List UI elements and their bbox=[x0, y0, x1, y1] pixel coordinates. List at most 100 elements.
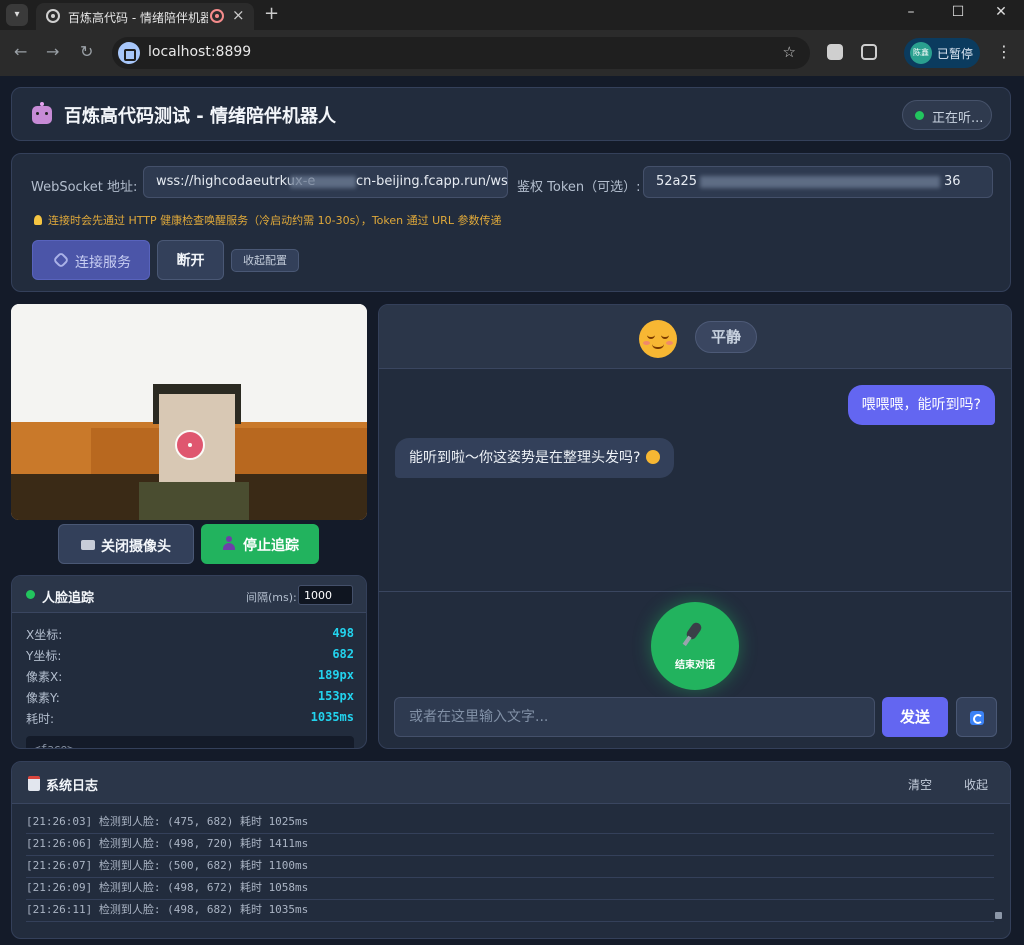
stat-row-y: Y坐标: 682 bbox=[26, 647, 354, 665]
redacted-blur bbox=[290, 176, 356, 188]
person-figure bbox=[139, 482, 249, 520]
stat-value: 682 bbox=[332, 647, 354, 661]
close-window-button[interactable]: ✕ bbox=[986, 4, 1016, 20]
system-log-title: 系统日志 bbox=[46, 779, 99, 794]
token-value-start: 52a25 bbox=[656, 174, 698, 189]
stat-row-pixel-x: 像素X: 189px bbox=[26, 668, 354, 686]
chat-text-input[interactable] bbox=[394, 697, 875, 737]
tracking-status-dot-icon bbox=[26, 590, 35, 599]
new-tab-button[interactable]: + bbox=[264, 3, 279, 24]
maximize-button[interactable]: ☐ bbox=[943, 4, 973, 20]
tab-search-button[interactable]: ▾ bbox=[6, 4, 28, 26]
stop-tracking-button[interactable]: 停止追踪 bbox=[201, 524, 319, 564]
stat-row-x: X坐标: 498 bbox=[26, 626, 354, 644]
recording-icon bbox=[210, 9, 224, 23]
chat-panel: 平静 喂喂喂，能听到吗? 能听到啦～你这姿势是在整理头发吗? 结束对话 发送 bbox=[378, 304, 1012, 749]
token-value-end: 36 bbox=[944, 174, 961, 189]
face-tracking-header: 人脸追踪 间隔(ms): bbox=[12, 576, 366, 613]
connect-button-label: 连接服务 bbox=[75, 255, 131, 271]
browser-menu-icon[interactable]: ⋮ bbox=[996, 42, 1012, 61]
face-tracking-title: 人脸追踪 bbox=[42, 591, 95, 606]
log-line: [21:26:09] 检测到人脸: (498, 672) 耗时 1058ms bbox=[26, 878, 994, 900]
forward-icon[interactable]: → bbox=[46, 42, 59, 61]
person-icon bbox=[223, 536, 235, 550]
camera-icon bbox=[81, 540, 95, 550]
end-conversation-mic-button[interactable]: 结束对话 bbox=[651, 602, 739, 690]
log-line: [21:26:06] 检测到人脸: (498, 720) 耗时 1411ms bbox=[26, 834, 994, 856]
face-marker-icon bbox=[175, 430, 205, 460]
ws-address-label: WebSocket 地址: bbox=[31, 180, 138, 195]
token-label: 鉴权 Token（可选）: bbox=[517, 180, 641, 195]
log-line: [21:26:03] 检测到人脸: (475, 682) 耗时 1025ms bbox=[26, 812, 994, 834]
face-tracking-panel: 人脸追踪 间隔(ms): X坐标: 498 Y坐标: 682 像素X: 189p… bbox=[11, 575, 367, 749]
stat-label: Y坐标: bbox=[26, 649, 62, 663]
mood-header: 平静 bbox=[379, 305, 1011, 369]
reload-icon[interactable]: ↻ bbox=[80, 42, 93, 61]
log-line: [21:26:11] 检测到人脸: (498, 682) 耗时 1035ms bbox=[26, 900, 994, 922]
stat-row-pixel-y: 像素Y: 153px bbox=[26, 689, 354, 707]
extensions-puzzle-icon[interactable] bbox=[861, 44, 877, 60]
collapse-log-button[interactable]: 收起 bbox=[964, 776, 988, 793]
interval-input[interactable] bbox=[298, 585, 353, 605]
connection-hint: 连接时会先通过 HTTP 健康检查唤醒服务（冷启动约需 10-30s），Toke… bbox=[34, 212, 501, 228]
collapse-config-button[interactable]: 收起配置 bbox=[231, 249, 299, 272]
bot-message-text: 能听到啦～你这姿势是在整理头发吗? bbox=[409, 450, 641, 466]
mood-badge: 平静 bbox=[695, 321, 757, 353]
token-input[interactable]: 52a25 36 bbox=[643, 166, 993, 198]
stat-value: 498 bbox=[332, 626, 354, 640]
link-icon bbox=[52, 251, 70, 269]
site-info-icon[interactable] bbox=[118, 42, 140, 64]
relieved-face-icon bbox=[639, 320, 677, 358]
browser-tab-bar: ▾ 百炼高代码 - 情绪陪伴机器人 × + – ☐ ✕ bbox=[0, 0, 1024, 30]
robot-icon bbox=[32, 102, 52, 124]
scrollbar-handle[interactable] bbox=[995, 912, 1002, 919]
app-header: 百炼高代码测试 - 情绪陪伴机器人 正在听... bbox=[11, 87, 1011, 141]
page: 百炼高代码测试 - 情绪陪伴机器人 正在听... WebSocket 地址: w… bbox=[0, 76, 1024, 945]
address-bar[interactable]: localhost:8899 ☆ bbox=[112, 37, 810, 69]
bot-message-bubble: 能听到啦～你这姿势是在整理头发吗? bbox=[395, 438, 675, 478]
stop-tracking-label: 停止追踪 bbox=[243, 538, 299, 554]
clipboard-icon bbox=[28, 776, 40, 791]
minimize-button[interactable]: – bbox=[896, 4, 926, 20]
lightbulb-icon bbox=[34, 215, 42, 225]
close-camera-button[interactable]: 关闭摄像头 bbox=[58, 524, 194, 564]
browser-tab-active[interactable]: 百炼高代码 - 情绪陪伴机器人 × bbox=[36, 3, 254, 30]
system-log-panel: 系统日志 清空 收起 [21:26:03] 检测到人脸: (475, 682) … bbox=[11, 761, 1011, 939]
stat-value: 153px bbox=[317, 689, 354, 703]
log-line: [21:26:07] 检测到人脸: (500, 682) 耗时 1100ms bbox=[26, 856, 994, 878]
tab-close-icon[interactable]: × bbox=[232, 6, 245, 24]
hint-text: 连接时会先通过 HTTP 健康检查唤醒服务（冷启动约需 10-30s），Toke… bbox=[48, 214, 502, 227]
system-log-header: 系统日志 清空 收起 bbox=[12, 762, 1010, 804]
divider bbox=[379, 591, 1011, 592]
clear-log-button[interactable]: 清空 bbox=[908, 776, 932, 793]
ws-address-input[interactable]: wss://highcodaeutrkux-e cn-beijing.fcapp… bbox=[143, 166, 508, 198]
tab-title: 百炼高代码 - 情绪陪伴机器人 bbox=[68, 11, 208, 25]
globe-icon bbox=[46, 9, 60, 23]
connection-config-panel: WebSocket 地址: wss://highcodaeutrkux-e cn… bbox=[11, 153, 1011, 292]
user-message-bubble: 喂喂喂，能听到吗? bbox=[847, 385, 995, 425]
stat-label: 耗时: bbox=[26, 712, 55, 726]
profile-button[interactable]: 陈鑫 已暂停 bbox=[904, 38, 980, 68]
disconnect-button[interactable]: 断开 bbox=[157, 240, 224, 280]
smiling-face-icon bbox=[646, 450, 661, 464]
bookmark-star-icon[interactable]: ☆ bbox=[783, 43, 796, 61]
back-icon[interactable]: ← bbox=[14, 42, 27, 61]
stat-value: 189px bbox=[317, 668, 354, 682]
extension-icon[interactable] bbox=[827, 44, 843, 60]
status-text: 正在听... bbox=[932, 111, 984, 126]
connect-button[interactable]: 连接服务 bbox=[32, 240, 150, 280]
page-title: 百炼高代码测试 - 情绪陪伴机器人 bbox=[64, 106, 337, 127]
refresh-button[interactable] bbox=[956, 697, 997, 737]
profile-status-label: 已暂停 bbox=[937, 47, 974, 61]
stat-value: 1035ms bbox=[310, 710, 354, 724]
stat-label: X坐标: bbox=[26, 628, 63, 642]
refresh-icon bbox=[970, 711, 984, 725]
avatar: 陈鑫 bbox=[910, 42, 932, 64]
close-camera-label: 关闭摄像头 bbox=[101, 539, 171, 555]
ws-address-value-end: cn-beijing.fcapp.run/ws bbox=[356, 174, 508, 189]
stat-row-duration: 耗时: 1035ms bbox=[26, 710, 354, 728]
send-button[interactable]: 发送 bbox=[882, 697, 948, 737]
interval-label: 间隔(ms): bbox=[246, 591, 297, 604]
microphone-icon bbox=[684, 620, 704, 642]
stat-label: 像素X: bbox=[26, 670, 63, 684]
